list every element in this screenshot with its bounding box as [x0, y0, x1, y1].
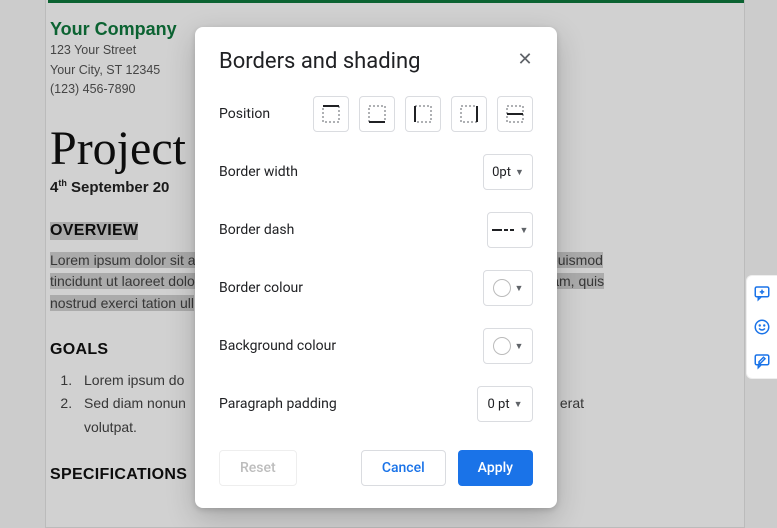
add-comment-icon[interactable] [751, 282, 773, 304]
side-rail [746, 275, 777, 379]
border-bottom-icon [368, 105, 386, 123]
border-dash-icon [492, 229, 516, 231]
chevron-down-icon: ▼ [520, 225, 529, 236]
position-row: Position [219, 96, 533, 132]
overview-text-2: tincidunt ut laoreet dolo [50, 273, 195, 289]
chevron-down-icon: ▼ [515, 167, 524, 178]
borders-shading-dialog: Borders and shading ✕ Position Border wi… [195, 27, 557, 508]
border-top-icon [322, 105, 340, 123]
reset-button: Reset [219, 450, 297, 486]
border-dash-row: Border dash ▼ [219, 212, 533, 248]
suggest-edits-icon[interactable] [751, 350, 773, 372]
paragraph-padding-select[interactable]: 0 pt ▼ [477, 386, 533, 422]
date-rest: September 20 [67, 179, 170, 196]
chevron-down-icon: ▼ [515, 283, 524, 294]
border-dash-select[interactable]: ▼ [487, 212, 533, 248]
position-between-button[interactable] [497, 96, 533, 132]
border-width-value: 0pt [492, 165, 511, 180]
background-colour-label: Background colour [219, 338, 336, 354]
border-dash-label: Border dash [219, 222, 294, 238]
chevron-down-icon: ▼ [515, 341, 524, 352]
position-top-button[interactable] [313, 96, 349, 132]
close-icon[interactable]: ✕ [511, 45, 539, 73]
header-divider [48, 0, 744, 3]
border-width-label: Border width [219, 164, 298, 180]
paragraph-padding-value: 0 pt [487, 397, 509, 412]
overview-heading: OVERVIEW [50, 222, 138, 240]
emoji-icon[interactable] [751, 316, 773, 338]
border-width-row: Border width 0pt ▼ [219, 154, 533, 190]
paragraph-padding-label: Paragraph padding [219, 396, 337, 412]
position-label: Position [219, 106, 270, 122]
border-right-icon [460, 105, 478, 123]
goal1: Lorem ipsum do [84, 372, 184, 388]
colour-swatch-icon [493, 279, 511, 297]
goal2a: Sed diam nonun [84, 395, 186, 411]
chevron-down-icon: ▼ [514, 399, 523, 410]
paragraph-padding-row: Paragraph padding 0 pt ▼ [219, 386, 533, 422]
position-bottom-button[interactable] [359, 96, 395, 132]
background-colour-select[interactable]: ▼ [483, 328, 533, 364]
position-right-button[interactable] [451, 96, 487, 132]
background-colour-row: Background colour ▼ [219, 328, 533, 364]
colour-swatch-icon [493, 337, 511, 355]
border-colour-row: Border colour ▼ [219, 270, 533, 306]
border-left-icon [414, 105, 432, 123]
position-left-button[interactable] [405, 96, 441, 132]
date-ordinal: th [58, 178, 67, 188]
goal2c: volutpat. [84, 419, 137, 435]
border-width-select[interactable]: 0pt ▼ [483, 154, 533, 190]
border-colour-select[interactable]: ▼ [483, 270, 533, 306]
border-colour-label: Border colour [219, 280, 303, 296]
dialog-title: Borders and shading [219, 49, 533, 74]
overview-text-3: nostrud exerci tation ull [50, 295, 194, 311]
border-between-icon [506, 105, 524, 123]
apply-button[interactable]: Apply [458, 450, 533, 486]
cancel-button[interactable]: Cancel [361, 450, 446, 486]
overview-text-1: Lorem ipsum dolor sit a [50, 252, 196, 268]
